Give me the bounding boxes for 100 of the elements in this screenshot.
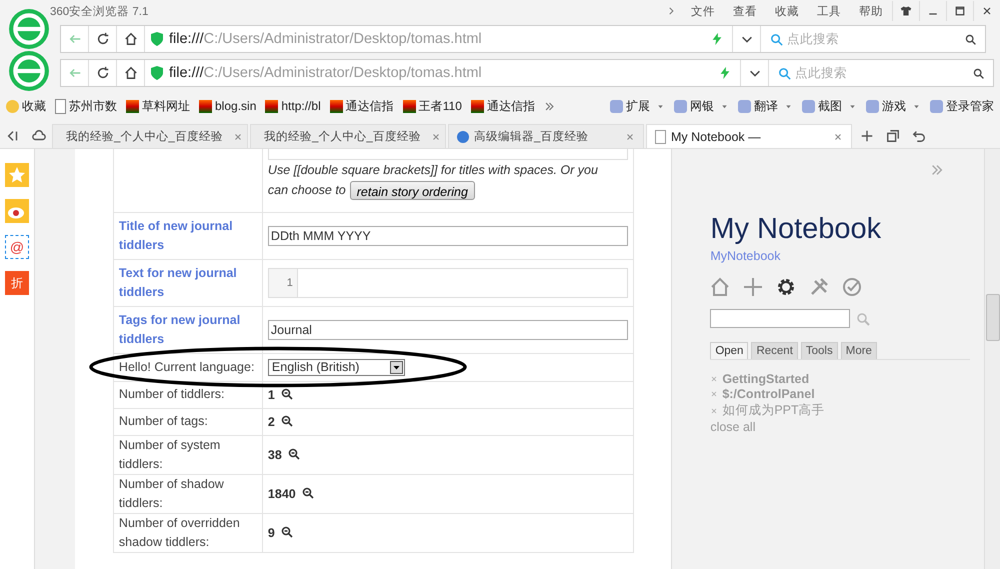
retain-ordering-button[interactable]: retain story ordering xyxy=(350,180,475,200)
toolbar-item[interactable]: 翻译 xyxy=(738,98,778,114)
search-engine-icon[interactable] xyxy=(777,66,792,80)
undo-icon[interactable] xyxy=(912,129,926,143)
close-icon[interactable] xyxy=(981,5,993,17)
double-chevron-icon[interactable] xyxy=(544,100,555,112)
bookmark-item[interactable]: 草料网址 xyxy=(126,98,190,114)
toolbar-item[interactable]: 截图 xyxy=(802,98,842,114)
cloud-icon[interactable] xyxy=(32,129,46,143)
count-value: 1840 xyxy=(268,486,296,500)
search-icon[interactable] xyxy=(972,66,985,80)
setting-label: Number of overridden shadow tiddlers: xyxy=(118,514,241,550)
toolbar-item[interactable]: 登录管家 xyxy=(930,98,994,114)
tab-list-icon[interactable] xyxy=(886,129,900,143)
setting-label: Number of shadow tiddlers: xyxy=(118,476,225,512)
scrollbar[interactable] xyxy=(984,149,1000,569)
text-field[interactable]: DDth MMM YYYY xyxy=(268,226,628,246)
reload-icon[interactable] xyxy=(96,32,110,46)
shirt-icon[interactable] xyxy=(900,5,912,17)
setting-label: Number of system tiddlers: xyxy=(118,436,222,472)
menu-item[interactable]: 文件 xyxy=(691,4,715,18)
setting-label: Number of tags: xyxy=(118,413,208,430)
bookmark-icon xyxy=(402,100,416,112)
lightning-icon[interactable] xyxy=(710,32,724,46)
tool-icon xyxy=(930,100,943,112)
bookmark-item[interactable]: blog.sin xyxy=(199,99,256,113)
menu-item[interactable]: 工具 xyxy=(817,4,841,18)
tools-icon[interactable] xyxy=(809,277,830,297)
toolbar-item[interactable]: 扩展 xyxy=(610,98,650,114)
tool-icon xyxy=(674,100,687,112)
sidebar-tab[interactable]: More xyxy=(840,342,877,359)
home-icon[interactable] xyxy=(124,32,138,46)
tool-icon xyxy=(610,100,623,112)
bookmark-item[interactable]: 通达信指 xyxy=(330,98,394,114)
setting-label: Number of tiddlers: xyxy=(118,386,225,403)
lightning-icon[interactable] xyxy=(718,66,732,80)
count-value: 1 xyxy=(268,388,275,402)
setting-label: Hello! Current language: xyxy=(118,358,254,376)
magnifier-icon[interactable] xyxy=(281,526,294,538)
toolbar-item[interactable]: 网银 xyxy=(674,98,714,114)
bookmark-item[interactable]: 收藏 xyxy=(6,98,46,114)
bookmark-icon xyxy=(199,100,212,112)
line-number: 1 xyxy=(268,268,298,296)
bookmark-item[interactable]: 通达信指 xyxy=(470,98,535,114)
bookmark-icon xyxy=(330,100,343,112)
tool-icon xyxy=(802,100,815,112)
eye-icon[interactable] xyxy=(4,199,29,223)
sidebar-tab[interactable]: Recent xyxy=(751,342,798,359)
new-tab-icon[interactable] xyxy=(860,129,874,143)
address-field[interactable]: file:///C:/Users/Administrator/Desktop/tomas.html xyxy=(145,26,733,52)
bookmark-icon xyxy=(6,100,19,112)
magnifier-icon[interactable] xyxy=(281,388,294,400)
magnifier-icon[interactable] xyxy=(281,414,294,426)
help-text: Use [[double square brackets]] for titles with spaces. Or you xyxy=(268,162,598,179)
bookmark-item[interactable]: 苏州市数 xyxy=(55,98,117,114)
browser-tab[interactable]: 我的经验_个人中心_百度经验 xyxy=(250,124,446,148)
browser-tab[interactable]: My Notebook — xyxy=(646,124,852,148)
text-field[interactable] xyxy=(268,149,628,160)
shield-icon xyxy=(151,66,163,80)
collapse-icon[interactable] xyxy=(6,129,20,143)
search-field[interactable] xyxy=(710,309,850,328)
bookmark-item[interactable]: 王者110 xyxy=(402,98,462,114)
browser-tab[interactable]: 高级编辑器_百度经验 xyxy=(448,124,644,148)
tool-icon xyxy=(866,100,879,112)
language-dropdown[interactable]: English (British) xyxy=(268,358,405,376)
reload-icon[interactable] xyxy=(96,66,110,80)
bookmark-icon xyxy=(470,100,484,112)
browser-tab[interactable]: 我的经验_个人中心_百度经验 xyxy=(52,124,248,148)
window-title: 360安全浏览器 7.1 xyxy=(50,4,148,18)
bookmark-icon xyxy=(265,100,278,112)
search-engine-icon[interactable] xyxy=(769,32,784,46)
toolbar-item[interactable]: 游戏 xyxy=(866,98,906,114)
settings-icon[interactable] xyxy=(776,277,796,297)
tool-icon xyxy=(738,100,751,112)
plus-icon[interactable] xyxy=(743,277,764,297)
site-subtitle: MyNotebook xyxy=(710,249,782,263)
text-field[interactable]: Journal xyxy=(268,320,628,340)
address-field[interactable]: file:///C:/Users/Administrator/Desktop/tomas.html xyxy=(145,60,741,86)
home-icon[interactable] xyxy=(124,66,138,80)
shield-icon xyxy=(151,32,163,46)
bookmark-item[interactable]: http://bl xyxy=(265,99,321,113)
menu-item[interactable]: 帮助 xyxy=(859,4,883,18)
menu-item[interactable]: 查看 xyxy=(733,4,757,18)
bookmark-icon xyxy=(55,98,66,114)
mail-icon[interactable]: @ xyxy=(4,235,29,259)
magnifier-icon[interactable] xyxy=(288,448,300,460)
count-value: 9 xyxy=(268,526,275,540)
count-value: 2 xyxy=(268,414,275,428)
sidebar-tab[interactable]: Open xyxy=(710,342,748,359)
search-icon[interactable] xyxy=(964,32,977,46)
menu-item[interactable]: 收藏 xyxy=(775,4,799,18)
help-text: can choose to xyxy=(268,182,346,199)
maximize-icon[interactable] xyxy=(954,5,966,17)
text-editor[interactable]: 1 xyxy=(268,268,628,298)
sidebar-tab[interactable]: Tools xyxy=(800,342,838,359)
magnifier-icon[interactable] xyxy=(302,486,314,498)
browser-logo-icon xyxy=(8,8,50,50)
bookmark-icon xyxy=(126,100,139,112)
double-chevron-icon[interactable] xyxy=(930,163,944,177)
check-circle-icon[interactable] xyxy=(842,277,862,297)
